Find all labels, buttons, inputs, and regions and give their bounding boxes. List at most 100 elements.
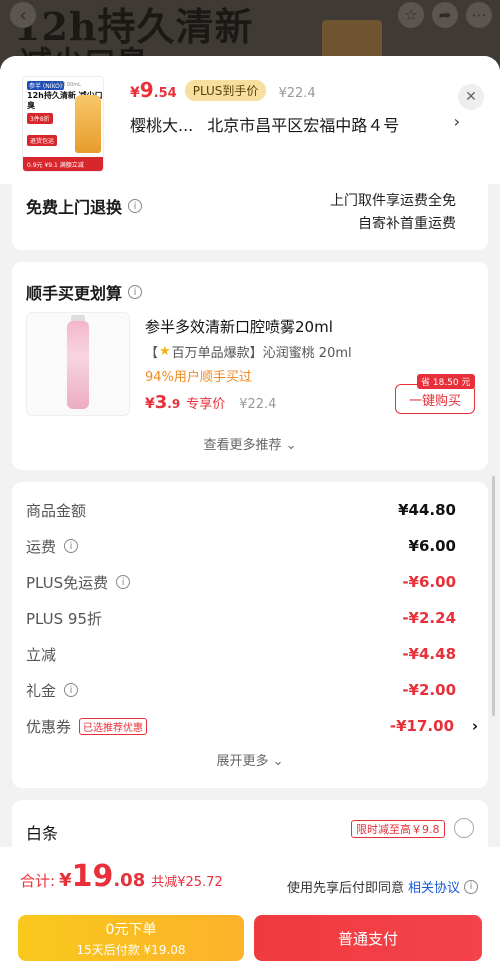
instant-off-label: 立减	[26, 645, 57, 664]
recommend-product-tag: 【 ★ 百万单品爆款】沁润蜜桃 20ml	[145, 342, 352, 361]
price-int: 9	[139, 78, 154, 102]
header-price: ¥ 9 .54 PLUS到手价 ¥22.4	[130, 78, 316, 103]
summary-row-gift-money: 礼金 i -¥2.00	[26, 678, 474, 702]
rec-price-label: 专享价	[186, 397, 226, 412]
plus-price-tag: PLUS到手价	[184, 80, 267, 101]
return-service-label: 免费上门退换 i	[26, 194, 143, 218]
baitiao-promo-tag: 限时减至高￥9.8	[351, 820, 445, 838]
scrollbar[interactable]	[492, 476, 495, 716]
pay-later-line2: 15天后付款 ¥19.08	[76, 943, 186, 957]
return-service-card: 免费上门退换 i 上门取件享运费全免 自寄补首重运费	[12, 174, 488, 250]
plus-free-shipping-label: PLUS免运费 i	[26, 572, 131, 593]
coupon-label: 优惠券 已选推荐优惠	[26, 716, 148, 737]
agreement-text: 使用先享后付即同意	[286, 881, 404, 896]
return-desc-line1: 上门取件享运费全免	[330, 193, 456, 209]
tag-text: 百万单品爆款】沁润蜜桃 20ml	[171, 346, 352, 361]
info-icon[interactable]: i	[128, 285, 143, 299]
rec-price-dec: .9	[167, 397, 181, 411]
pay-later-button[interactable]: 0元下单 15天后付款 ¥19.08	[18, 915, 244, 961]
coupon-label-text: 优惠券	[26, 717, 72, 736]
recommend-title: 顺手买更划算 i	[26, 280, 143, 304]
summary-row-instant-off: 立减 -¥4.48	[26, 642, 474, 666]
return-service-text: 免费上门退换	[26, 198, 123, 217]
more-recommend-link[interactable]: 查看更多推荐 ⌄	[12, 434, 488, 453]
recommend-ratio: 94%用户顺手买过	[145, 370, 252, 385]
total-dec: .08	[113, 870, 146, 891]
checkout-sheet: 参半 (NIKO) 5,410.00mL 12h持久清新 减少口臭 3件8折 退…	[0, 56, 500, 976]
shipping-label: 运费 i	[26, 536, 79, 557]
info-icon[interactable]: i	[64, 539, 79, 553]
info-icon[interactable]: i	[116, 575, 131, 589]
address-selector[interactable]: 樱桃大... 北京市昌平区宏福中路４号 ›	[130, 112, 460, 136]
gift-money-value: -¥2.00	[402, 681, 456, 699]
info-icon[interactable]: i	[64, 683, 79, 697]
rec-price-int: 3	[154, 392, 168, 413]
summary-row-goods: 商品金额 ¥44.80	[26, 498, 474, 522]
return-service-desc: 上门取件享运费全免 自寄补首重运费	[296, 190, 456, 236]
plus-free-shipping-text: PLUS免运费	[26, 573, 109, 592]
goods-amount-label: 商品金额	[26, 501, 87, 520]
address-detail: 北京市昌平区宏福中路４号	[207, 116, 400, 135]
checkout-bar: 合计: ¥ 19 .08 共减¥25.72 使用先享后付即同意 相关协议 i 0…	[0, 847, 500, 976]
recommend-title-text: 顺手买更划算	[26, 284, 123, 303]
summary-row-plus-free-shipping: PLUS免运费 i -¥6.00	[26, 570, 474, 594]
share-icon[interactable]: ➦	[432, 2, 458, 28]
gift-money-text: 礼金	[26, 681, 57, 700]
rec-price-yen: ¥	[145, 396, 155, 412]
info-icon[interactable]: i	[128, 199, 143, 213]
coupon-value: -¥17.00	[389, 717, 454, 735]
goods-amount-value: ¥44.80	[398, 501, 456, 519]
chevron-right-icon: ›	[453, 112, 460, 131]
recommend-product-image[interactable]	[26, 312, 130, 416]
recommend-card: 顺手买更划算 i 参半多效清新口腔喷雾20ml 【 ★ 百万单品爆款】沁润蜜桃 …	[12, 262, 488, 470]
save-badge: 省 18.50 元	[417, 374, 475, 389]
sheet-header: 参半 (NIKO) 5,410.00mL 12h持久清新 减少口臭 3件8折 退…	[0, 56, 500, 184]
back-icon[interactable]: ‹	[10, 2, 36, 28]
star-icon[interactable]: ☆	[398, 2, 424, 28]
spray-bottle	[67, 321, 89, 409]
price-yen: ¥	[130, 85, 140, 101]
total-label: 合计:	[20, 872, 56, 890]
recommend-price: ¥ 3 .9 专享价 ¥22.4	[145, 392, 276, 413]
tag-bracket: 【	[145, 346, 159, 361]
close-button[interactable]: ✕	[458, 84, 484, 110]
chevron-right-icon: ›	[471, 717, 478, 735]
total-int: 19	[71, 859, 114, 894]
plus-discount-value: -¥2.24	[402, 609, 456, 627]
thumb-tiny-text: 5,410.00mL	[51, 82, 81, 88]
shipping-label-text: 运费	[26, 537, 57, 556]
thumb-bar: 0.9元 ¥9.1 满额立减	[23, 157, 103, 171]
total-price: 合计: ¥ 19 .08 共减¥25.72	[20, 859, 223, 894]
thumb-tag-b: 退货包运	[27, 135, 58, 146]
coupon-tag: 已选推荐优惠	[79, 717, 148, 735]
pay-later-line1: 0元下单	[105, 922, 157, 938]
close-icon: ✕	[465, 89, 477, 105]
original-price: ¥22.4	[278, 86, 316, 101]
summary-row-coupon[interactable]: 优惠券 已选推荐优惠 -¥17.00 ›	[26, 714, 478, 738]
gift-money-label: 礼金 i	[26, 680, 79, 701]
baitiao-label: 白条	[26, 824, 59, 843]
info-icon[interactable]: i	[464, 879, 478, 894]
summary-row-shipping: 运费 i ¥6.00	[26, 534, 474, 558]
instant-off-value: -¥4.48	[402, 645, 456, 663]
more-icon[interactable]: ⋯	[466, 2, 492, 28]
price-summary-card: 商品金额 ¥44.80 运费 i ¥6.00 PLUS免运费 i -¥6.00 PL…	[12, 482, 488, 788]
star-icon: ★	[159, 344, 171, 359]
thumb-tag-a: 3件8折	[27, 113, 53, 124]
plus-free-shipping-value: -¥6.00	[402, 573, 456, 591]
thumb-bottle-image	[75, 95, 101, 153]
normal-pay-button[interactable]: 普通支付	[254, 915, 482, 961]
total-yen: ¥	[59, 870, 72, 891]
price-dec: .54	[153, 86, 177, 101]
baitiao-radio[interactable]	[454, 818, 474, 838]
recommend-product-name[interactable]: 参半多效清新口腔喷雾20ml	[145, 316, 333, 337]
plus-discount-label: PLUS 95折	[26, 609, 103, 628]
shipping-value: ¥6.00	[408, 537, 456, 555]
return-desc-line2: 自寄补首重运费	[358, 216, 456, 232]
product-thumbnail: 参半 (NIKO) 5,410.00mL 12h持久清新 减少口臭 3件8折 退…	[22, 76, 104, 172]
total-saved: 共减¥25.72	[151, 875, 223, 890]
agreement-link[interactable]: 相关协议	[408, 877, 460, 896]
agreement-row: 使用先享后付即同意 相关协议 i	[287, 877, 478, 896]
rec-orig-price: ¥22.4	[239, 397, 277, 412]
expand-more-link[interactable]: 展开更多 ⌄	[12, 750, 488, 769]
